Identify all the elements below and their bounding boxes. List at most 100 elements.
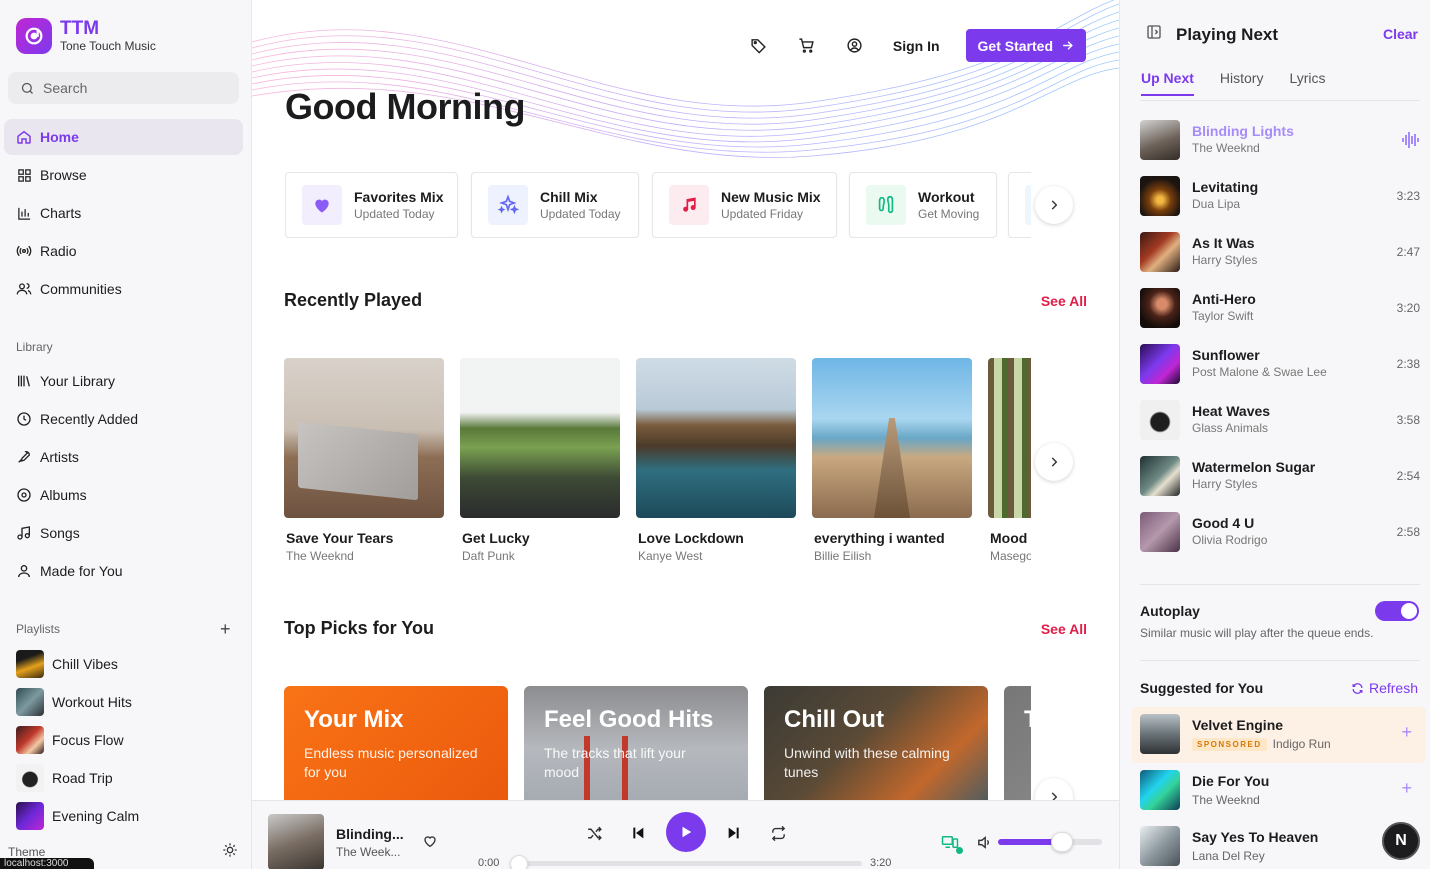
track-title: everything i wanted — [814, 530, 945, 546]
nextjs-dev-tools-button[interactable]: N — [1382, 822, 1420, 860]
recently-played-card[interactable]: Get Lucky Daft Punk — [460, 358, 620, 563]
playlist-item[interactable]: Workout Hits — [16, 688, 132, 716]
nav-songs[interactable]: Songs — [4, 515, 243, 551]
autoplay-divider — [1140, 660, 1420, 661]
track-artist: Billie Eilish — [814, 549, 872, 563]
now-playing-artist[interactable]: The Week... — [336, 845, 400, 859]
tab-history[interactable]: History — [1220, 70, 1264, 96]
next-track-icon[interactable] — [724, 823, 744, 843]
now-playing-title[interactable]: Blinding... — [336, 826, 404, 842]
nav-recently-added[interactable]: Recently Added — [4, 401, 243, 437]
shuffle-icon[interactable] — [584, 823, 604, 843]
search-input[interactable]: Search — [8, 72, 239, 104]
nav-your-library[interactable]: Your Library — [4, 363, 243, 399]
queue-duration: 3:20 — [1396, 301, 1420, 315]
volume-slider[interactable] — [998, 832, 1102, 852]
suggested-item[interactable]: Die For You The Weeknd + — [1132, 763, 1426, 819]
mix-card[interactable]: New Music Mix Updated Friday — [652, 172, 837, 238]
queue-item[interactable]: Sunflower Post Malone & Swae Lee 2:38 — [1140, 344, 1420, 386]
tab-lyrics[interactable]: Lyrics — [1289, 70, 1325, 96]
tab-up-next[interactable]: Up Next — [1141, 70, 1194, 96]
top-pick-card[interactable]: Feel Good Hits The tracks that lift your… — [524, 686, 748, 800]
repeat-icon[interactable] — [768, 823, 788, 843]
add-playlist-plus-icon[interactable]: + — [220, 620, 231, 638]
clock-icon — [16, 411, 32, 427]
top-pick-card[interactable]: Chill Out Unwind with these calming tune… — [764, 686, 988, 800]
progress-bar[interactable] — [510, 855, 862, 869]
queue-thumbnail — [1140, 456, 1180, 496]
nav-home[interactable]: Home — [4, 119, 243, 155]
playlist-item[interactable]: Focus Flow — [16, 726, 124, 754]
queue-item[interactable]: Watermelon Sugar Harry Styles 2:54 — [1140, 456, 1420, 498]
recently-played-next-button[interactable] — [1035, 443, 1073, 481]
queue-item[interactable]: Blinding Lights The Weeknd — [1140, 120, 1420, 162]
queue-item[interactable]: Heat Waves Glass Animals 3:58 — [1140, 400, 1420, 442]
nav-radio[interactable]: Radio — [4, 233, 243, 269]
queue-duration: 2:54 — [1396, 469, 1420, 483]
nav-communities[interactable]: Communities — [4, 271, 243, 307]
sun-icon[interactable] — [222, 842, 238, 861]
mixes-next-button[interactable] — [1035, 186, 1073, 224]
suggested-item[interactable]: Velvet Engine SPONSORED Indigo Run + — [1132, 707, 1426, 763]
top-pick-title: Feel Good Hits — [544, 706, 714, 733]
top-picks-next-button[interactable] — [1035, 778, 1073, 800]
recently-played-card[interactable]: Love Lockdown Kanye West — [636, 358, 796, 563]
progress-handle[interactable] — [510, 855, 528, 869]
users-icon — [16, 281, 32, 297]
nav-albums[interactable]: Albums — [4, 477, 243, 513]
playlist-item[interactable]: Chill Vibes — [16, 650, 118, 678]
footprints-icon — [866, 185, 906, 225]
volume-handle[interactable] — [1051, 832, 1074, 852]
app-logo[interactable]: TTM Tone Touch Music — [16, 18, 156, 54]
nav-browse[interactable]: Browse — [4, 157, 243, 193]
play-button[interactable] — [666, 812, 706, 852]
search-icon — [21, 82, 33, 94]
get-started-button[interactable]: Get Started — [965, 29, 1086, 62]
track-title: Get Lucky — [462, 530, 530, 546]
mix-subtitle: Updated Today — [354, 207, 435, 221]
queue-item[interactable]: Levitating Dua Lipa 3:23 — [1140, 176, 1420, 218]
top-pick-card[interactable]: T — [1004, 686, 1031, 800]
add-to-queue-plus-icon[interactable]: + — [1401, 779, 1412, 797]
queue-thumbnail — [1140, 232, 1180, 272]
clear-queue-button[interactable]: Clear — [1383, 26, 1418, 42]
playlist-name: Workout Hits — [52, 694, 132, 710]
suggested-thumbnail — [1140, 714, 1180, 754]
autoplay-toggle[interactable] — [1375, 601, 1419, 621]
playlist-thumbnail — [16, 764, 44, 792]
mix-card[interactable]: Chill Mix Updated Today — [471, 172, 639, 238]
volume-icon[interactable] — [974, 832, 994, 852]
recently-played-see-all-link[interactable]: See All — [1041, 293, 1087, 309]
add-to-queue-plus-icon[interactable]: + — [1401, 723, 1412, 741]
account-icon[interactable] — [845, 36, 865, 56]
suggested-thumbnail — [1140, 770, 1180, 810]
playlist-thumbnail — [16, 802, 44, 830]
nav-made-for-you[interactable]: Made for You — [4, 553, 243, 589]
queue-item[interactable]: Anti-Hero Taylor Swift 3:20 — [1140, 288, 1420, 330]
refresh-button[interactable]: Refresh — [1351, 680, 1418, 696]
top-picks-see-all-link[interactable]: See All — [1041, 621, 1087, 637]
recently-played-card[interactable]: everything i wanted Billie Eilish — [812, 358, 972, 563]
playlist-item[interactable]: Road Trip — [16, 764, 113, 792]
previous-track-icon[interactable] — [628, 823, 648, 843]
queue-item[interactable]: As It Was Harry Styles 2:47 — [1140, 232, 1420, 274]
like-heart-icon[interactable] — [422, 833, 438, 854]
panel-toggle-icon[interactable] — [1146, 24, 1162, 45]
sign-in-button[interactable]: Sign In — [893, 38, 940, 54]
track-artist: Daft Punk — [462, 549, 515, 563]
top-pick-card[interactable]: Your Mix Endless music personalized for … — [284, 686, 508, 800]
mix-card[interactable] — [1008, 172, 1031, 238]
playlist-item[interactable]: Evening Calm — [16, 802, 139, 830]
nav-artists[interactable]: Artists — [4, 439, 243, 475]
search-placeholder: Search — [43, 80, 88, 96]
suggested-artist: The Weeknd — [1192, 793, 1260, 807]
chevron-right-icon — [1051, 792, 1058, 800]
mix-card[interactable]: Workout Get Moving — [849, 172, 997, 238]
nav-charts[interactable]: Charts — [4, 195, 243, 231]
recently-played-card[interactable]: Mood Masego — [988, 358, 1031, 563]
queue-item[interactable]: Good 4 U Olivia Rodrigo 2:58 — [1140, 512, 1420, 554]
mix-card[interactable]: Favorites Mix Updated Today — [285, 172, 458, 238]
tag-icon[interactable] — [749, 36, 769, 56]
recently-played-card[interactable]: Save Your Tears The Weeknd — [284, 358, 444, 563]
cart-icon[interactable] — [797, 36, 817, 56]
